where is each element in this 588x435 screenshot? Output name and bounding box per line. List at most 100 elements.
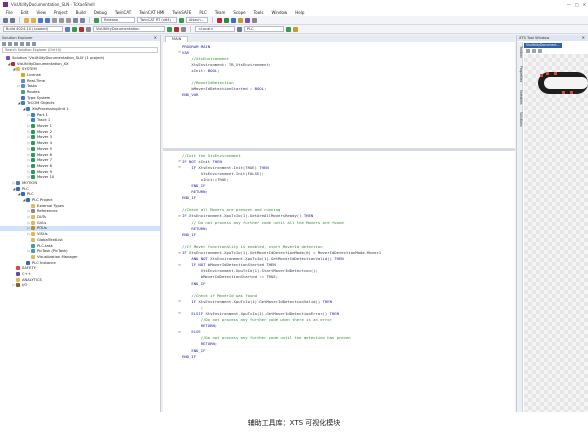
menu-item-help[interactable]: Help xyxy=(295,10,304,15)
code-token: BOOL xyxy=(207,67,218,73)
side-tab-variables[interactable]: Variables xyxy=(517,90,523,105)
code-editor: MAIN PROGRAM MAIN ⊟ VAR //XtsEnvironment X… xyxy=(163,35,515,412)
tree-item-label: Mover 1 xyxy=(37,124,52,129)
menu-item-debug[interactable]: Debug xyxy=(94,10,107,15)
code-token: XtsEnvironment.XpuTcIo(1).GetMoverIdDete… xyxy=(189,250,382,256)
attach-icon[interactable] xyxy=(179,17,184,23)
save-icon[interactable] xyxy=(38,17,43,23)
tree-item-label: PLC Project xyxy=(32,198,53,203)
open-folder-icon[interactable] xyxy=(31,17,36,23)
code-token: xInit xyxy=(198,158,213,164)
back-icon[interactable] xyxy=(3,17,8,23)
undo-icon[interactable] xyxy=(73,17,78,23)
sync-icon[interactable] xyxy=(8,42,12,46)
home-icon[interactable] xyxy=(2,42,6,46)
menu-item-project[interactable]: Project xyxy=(54,10,68,15)
start-icon[interactable] xyxy=(94,17,99,23)
implementation-editor[interactable]: //Init the XtsEnvironment ⊟ IF NOT xInit T… xyxy=(163,152,515,412)
show-all-files-icon[interactable] xyxy=(26,42,30,46)
fit-icon[interactable] xyxy=(538,49,542,53)
menu-item-plc[interactable]: PLC xyxy=(199,10,206,15)
close-icon[interactable]: ✕ xyxy=(583,2,586,7)
xts-canvas[interactable] xyxy=(524,54,588,412)
toolbar-separator xyxy=(19,17,20,23)
toggle-freerun-icon[interactable] xyxy=(245,17,250,23)
menu-item-file[interactable]: File xyxy=(6,10,13,15)
config-mode-icon[interactable] xyxy=(231,17,236,23)
zoom-out-icon[interactable] xyxy=(532,49,536,53)
tree-item[interactable]: ▷ I/O xyxy=(0,283,160,289)
menu-item-view[interactable]: View xyxy=(36,10,46,15)
side-tab-solutions[interactable]: Solutions xyxy=(517,112,523,127)
activate-config-icon[interactable] xyxy=(217,17,222,23)
menu-item-twincat[interactable]: TwinCAT xyxy=(115,10,131,15)
folder-icon xyxy=(31,203,35,208)
cut-icon[interactable] xyxy=(52,17,57,23)
menu-item-team[interactable]: Team xyxy=(215,10,226,15)
folder-icon xyxy=(31,254,35,259)
local-target-select[interactable]: <Local> xyxy=(195,26,235,32)
menu-item-twinsafe[interactable]: TwinSAFE xyxy=(173,10,192,15)
tab-visutility[interactable]: VisUtilityDocument... xyxy=(524,42,562,48)
code-token: ELSIF xyxy=(182,310,206,316)
side-tab-strip: Toolbox Properties Variables Solutions xyxy=(517,42,523,412)
tool-window-close-icon[interactable]: ✕ xyxy=(582,35,585,41)
menu-item-twincat-hmi[interactable]: TwinCAT HMI xyxy=(139,10,164,15)
io-icon xyxy=(16,283,20,288)
logout-icon[interactable] xyxy=(79,26,84,32)
play-icon[interactable] xyxy=(167,26,172,32)
login-icon[interactable] xyxy=(72,26,77,32)
stop-icon[interactable] xyxy=(174,26,179,32)
code-token: ELSE xyxy=(182,329,201,335)
tree-item-label: Routes xyxy=(27,89,40,94)
new-project-icon[interactable] xyxy=(24,17,29,23)
side-tab-properties[interactable]: Properties xyxy=(517,66,523,82)
minimize-icon[interactable]: — xyxy=(567,2,571,7)
redo-icon[interactable] xyxy=(80,17,85,23)
xts-tool-window: XTS Tool Window ✕ Toolbox Properties Var… xyxy=(516,35,588,412)
tree-item-label: VISUs xyxy=(37,232,48,237)
solution-explorer-title: Solution Explorer xyxy=(2,36,33,40)
save-all-icon[interactable] xyxy=(45,17,50,23)
properties-icon[interactable] xyxy=(32,42,36,46)
plc-select[interactable]: PLC xyxy=(244,26,284,32)
scan-icon[interactable] xyxy=(238,17,243,23)
settings-icon[interactable] xyxy=(252,17,257,23)
paste-icon[interactable] xyxy=(66,17,71,23)
declaration-editor[interactable]: PROGRAM MAIN ⊟ VAR //XtsEnvironment XtsEnv… xyxy=(163,43,515,150)
menu-item-scope[interactable]: Scope xyxy=(233,10,245,15)
tree-item-label: Mover 8 xyxy=(37,163,52,168)
panel-close-icon[interactable]: ✕ xyxy=(154,35,157,41)
tab-main[interactable]: MAIN xyxy=(165,36,189,42)
target-icon[interactable] xyxy=(65,26,70,32)
platform-select[interactable]: TwinCAT RT (x64) xyxy=(137,17,177,23)
plc-project-select[interactable]: VisUtilityDocumentation xyxy=(93,26,165,32)
editor-splitter[interactable] xyxy=(163,148,515,151)
code-token: THEN xyxy=(212,158,222,164)
run-mode-icon[interactable] xyxy=(224,17,229,23)
side-tab-toolbox[interactable]: Toolbox xyxy=(517,46,523,58)
menu-item-window[interactable]: Window xyxy=(271,10,287,15)
configuration-select[interactable]: Release xyxy=(101,17,135,23)
mover-marker-icon xyxy=(540,74,543,77)
standard-toolbar: Release TwinCAT RT (x64) Attach... xyxy=(0,16,588,25)
copy-icon[interactable] xyxy=(59,17,64,23)
collapse-all-icon[interactable] xyxy=(20,42,24,46)
forward-icon[interactable] xyxy=(10,17,15,23)
refresh-icon[interactable] xyxy=(14,42,18,46)
zoom-in-icon[interactable] xyxy=(526,49,530,53)
monitor-icon[interactable] xyxy=(293,26,298,32)
build-target-select[interactable]: Build 4024.10 (Loaded) xyxy=(3,26,63,32)
download-icon[interactable] xyxy=(286,26,291,32)
code-token: END_IF xyxy=(182,195,197,201)
menu-item-build[interactable]: Build xyxy=(76,10,86,15)
folder-icon xyxy=(16,67,20,72)
attach-button[interactable]: Attach... xyxy=(186,17,208,23)
menu-item-edit[interactable]: Edit xyxy=(21,10,29,15)
route-icon[interactable] xyxy=(237,26,242,32)
code-token: //Init the XtsEnvironment xyxy=(182,152,241,158)
breakpoint-icon[interactable] xyxy=(181,26,186,32)
maximize-icon[interactable]: □ xyxy=(575,2,579,7)
menu-item-tools[interactable]: Tools xyxy=(254,10,264,15)
step-icon[interactable] xyxy=(86,26,91,32)
